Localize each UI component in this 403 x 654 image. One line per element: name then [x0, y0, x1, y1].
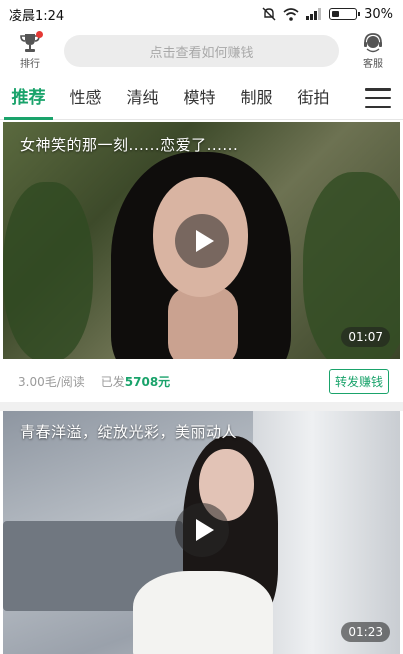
menu-icon[interactable] — [365, 88, 391, 108]
video-title: 青春洋溢，绽放光彩，美丽动人 — [20, 423, 238, 441]
tab-pure[interactable]: 清纯 — [114, 76, 171, 120]
battery-percent: 30% — [364, 6, 393, 22]
tab-uniform[interactable]: 制服 — [228, 76, 285, 120]
search-placeholder: 点击查看如何赚钱 — [149, 45, 254, 61]
video-thumbnail[interactable]: 青春洋溢，绽放光彩，美丽动人 01:23 — [3, 411, 400, 654]
video-thumbnail[interactable]: 女神笑的那一刻......恋爱了...... 01:07 — [3, 122, 400, 359]
status-icons: 30% — [262, 7, 393, 22]
sent-amount: 5708元 — [124, 374, 171, 389]
play-icon[interactable] — [174, 214, 229, 268]
search-bar[interactable]: 点击查看如何赚钱 — [64, 35, 339, 67]
rank-button[interactable]: 排行 — [0, 31, 60, 70]
divider — [0, 402, 403, 411]
customer-service-button[interactable]: 客服 — [343, 32, 403, 70]
status-time: 凌晨1:24 — [9, 8, 65, 24]
video-duration: 01:07 — [341, 327, 390, 347]
rank-label: 排行 — [20, 59, 40, 70]
video-title: 女神笑的那一刻......恋爱了...... — [20, 136, 239, 154]
play-icon[interactable] — [174, 503, 229, 557]
tab-sexy[interactable]: 性感 — [57, 76, 114, 120]
service-label: 客服 — [363, 59, 383, 70]
share-earn-button[interactable]: 转发赚钱 — [328, 368, 389, 394]
category-tabs: 推荐 性感 清纯 模特 制服 街拍 — [0, 76, 403, 120]
status-bar: 凌晨1:24 30% — [0, 0, 403, 28]
headset-icon — [364, 33, 382, 53]
notification-dot — [36, 31, 43, 38]
tab-model[interactable]: 模特 — [171, 76, 228, 120]
mute-icon — [262, 7, 276, 21]
wifi-icon — [283, 7, 299, 21]
tab-recommend[interactable]: 推荐 — [0, 76, 57, 120]
video-duration: 01:23 — [341, 622, 390, 642]
sent-label: 已发 — [100, 374, 125, 389]
price-per-read: 3.00毛/阅读 — [18, 374, 85, 389]
article-info-row: 3.00毛/阅读 已发 5708元 转发赚钱 — [0, 360, 403, 402]
tab-street[interactable]: 街拍 — [285, 76, 342, 120]
battery-icon — [329, 8, 361, 20]
header: 排行 点击查看如何赚钱 客服 — [0, 28, 403, 74]
signal-icon — [306, 8, 322, 20]
